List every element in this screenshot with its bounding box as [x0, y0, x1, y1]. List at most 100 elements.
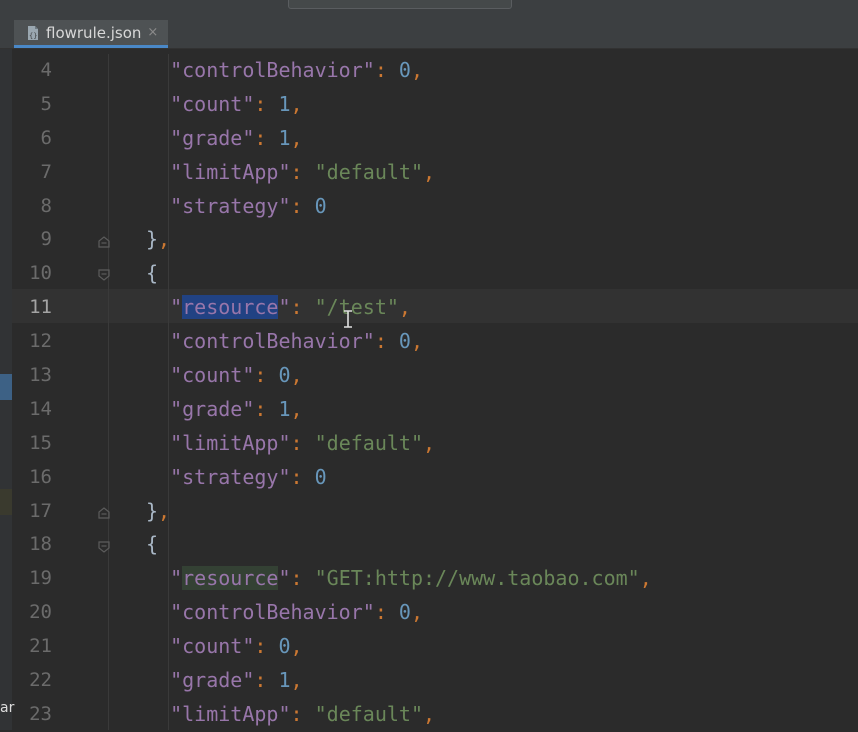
json-value: 0 [398, 58, 411, 82]
quote: " [278, 701, 291, 726]
json-key: strategy [182, 464, 279, 489]
quote: " [170, 58, 183, 82]
quote: " [362, 329, 375, 354]
svg-text:{}: {} [29, 32, 37, 40]
code-line[interactable]: "limitApp": "default", [146, 427, 652, 461]
json-key: strategy [182, 193, 279, 218]
colon: : [290, 193, 315, 218]
colon: : [290, 159, 315, 184]
code-line[interactable]: "strategy": 0 [146, 461, 652, 495]
quote: " [278, 464, 291, 489]
quote: " [170, 193, 183, 218]
quote: " [170, 329, 183, 354]
json-value: "default" [314, 701, 423, 726]
comma: , [422, 430, 436, 455]
tab-flowrule-json[interactable]: {} flowrule.json × [14, 20, 169, 48]
colon: : [290, 295, 315, 320]
json-value: 1 [278, 396, 291, 421]
quote: " [170, 600, 183, 625]
json-value: 0 [278, 634, 291, 659]
code-line[interactable]: "limitApp": "default", [146, 698, 652, 732]
quote: " [242, 125, 255, 150]
colon: : [254, 125, 279, 150]
colon: : [290, 464, 315, 489]
colon: : [254, 363, 279, 388]
comma: , [158, 227, 171, 252]
code-line[interactable]: "count": 1, [146, 88, 652, 122]
json-value: "default" [314, 430, 423, 455]
code-line[interactable]: "count": 0, [146, 630, 652, 664]
code-line[interactable]: { [146, 528, 652, 562]
fold-marker-icon[interactable] [97, 234, 111, 248]
line-number: 11 [29, 296, 52, 319]
colon: : [290, 701, 315, 726]
comma: , [290, 668, 303, 693]
code-line[interactable]: "controlBehavior": 0, [146, 54, 652, 88]
json-key: grade [182, 396, 243, 421]
code-line[interactable]: "grade": 1, [146, 122, 652, 156]
comma: , [410, 58, 423, 82]
fold-marker-icon[interactable] [97, 505, 111, 519]
code-line[interactable]: "resource": "/test", [146, 291, 652, 325]
code-line[interactable]: "limitApp": "default", [146, 156, 652, 190]
line-number: 9 [40, 228, 52, 251]
code-line[interactable]: "resource": "GET:http://www.taobao.com", [146, 562, 652, 596]
code-line[interactable]: "count": 0, [146, 359, 652, 393]
fold-marker-icon[interactable] [97, 267, 111, 282]
line-number: 16 [29, 465, 52, 488]
json-value: 1 [278, 668, 291, 693]
quote: " [278, 566, 291, 591]
line-number: 18 [29, 533, 52, 556]
json-key: resource [182, 566, 279, 591]
comma: , [290, 125, 303, 150]
code-line[interactable]: "strategy": 0 [146, 190, 652, 224]
brace: { [146, 261, 159, 286]
json-value: "GET:http://www.taobao.com" [314, 566, 640, 591]
json-key: controlBehavior [182, 58, 363, 82]
comma: , [398, 295, 411, 320]
quote: " [278, 159, 291, 184]
close-icon[interactable]: × [147, 25, 158, 40]
quote: " [278, 193, 291, 218]
json-value: 0 [398, 600, 411, 625]
code-line[interactable]: }, [146, 223, 652, 257]
line-number: 7 [40, 160, 52, 183]
code-line[interactable]: }, [146, 495, 652, 529]
quote: " [170, 634, 183, 659]
json-key: grade [182, 668, 243, 693]
line-number: 8 [40, 194, 52, 217]
json-value: "default" [314, 159, 423, 184]
json-key: count [182, 91, 243, 116]
code-line[interactable]: { [146, 257, 652, 291]
comma: , [158, 498, 171, 523]
line-number: 4 [40, 59, 52, 81]
quote: " [170, 668, 183, 693]
line-number: 23 [29, 702, 52, 725]
comma: , [422, 159, 436, 184]
json-value: 0 [278, 363, 291, 388]
code-content[interactable]: "controlBehavior": 0, "count": 1, "grade… [146, 54, 652, 732]
comma: , [639, 566, 652, 591]
quote: " [170, 91, 183, 116]
tool-window-marker[interactable] [0, 374, 12, 400]
comma: , [290, 634, 303, 659]
editor-tab-bar: {} flowrule.json × [0, 10, 858, 49]
code-line[interactable]: "grade": 1, [146, 664, 652, 698]
quote: " [278, 295, 291, 320]
toolbar-strip [0, 0, 858, 10]
tool-window-marker[interactable] [0, 489, 12, 515]
navigation-field[interactable] [288, 0, 512, 9]
json-key: grade [182, 125, 243, 150]
colon: : [254, 396, 279, 421]
colon: : [254, 634, 279, 659]
quote: " [170, 701, 183, 726]
code-line[interactable]: "controlBehavior": 0, [146, 596, 652, 630]
fold-marker-icon[interactable] [97, 539, 111, 553]
code-line[interactable]: "grade": 1, [146, 393, 652, 427]
colon: : [374, 58, 399, 82]
json-key: count [182, 634, 243, 659]
code-line[interactable]: "controlBehavior": 0, [146, 325, 652, 359]
brace: { [146, 532, 159, 557]
clipped-label: ar [0, 700, 15, 716]
line-number: 12 [29, 330, 52, 353]
